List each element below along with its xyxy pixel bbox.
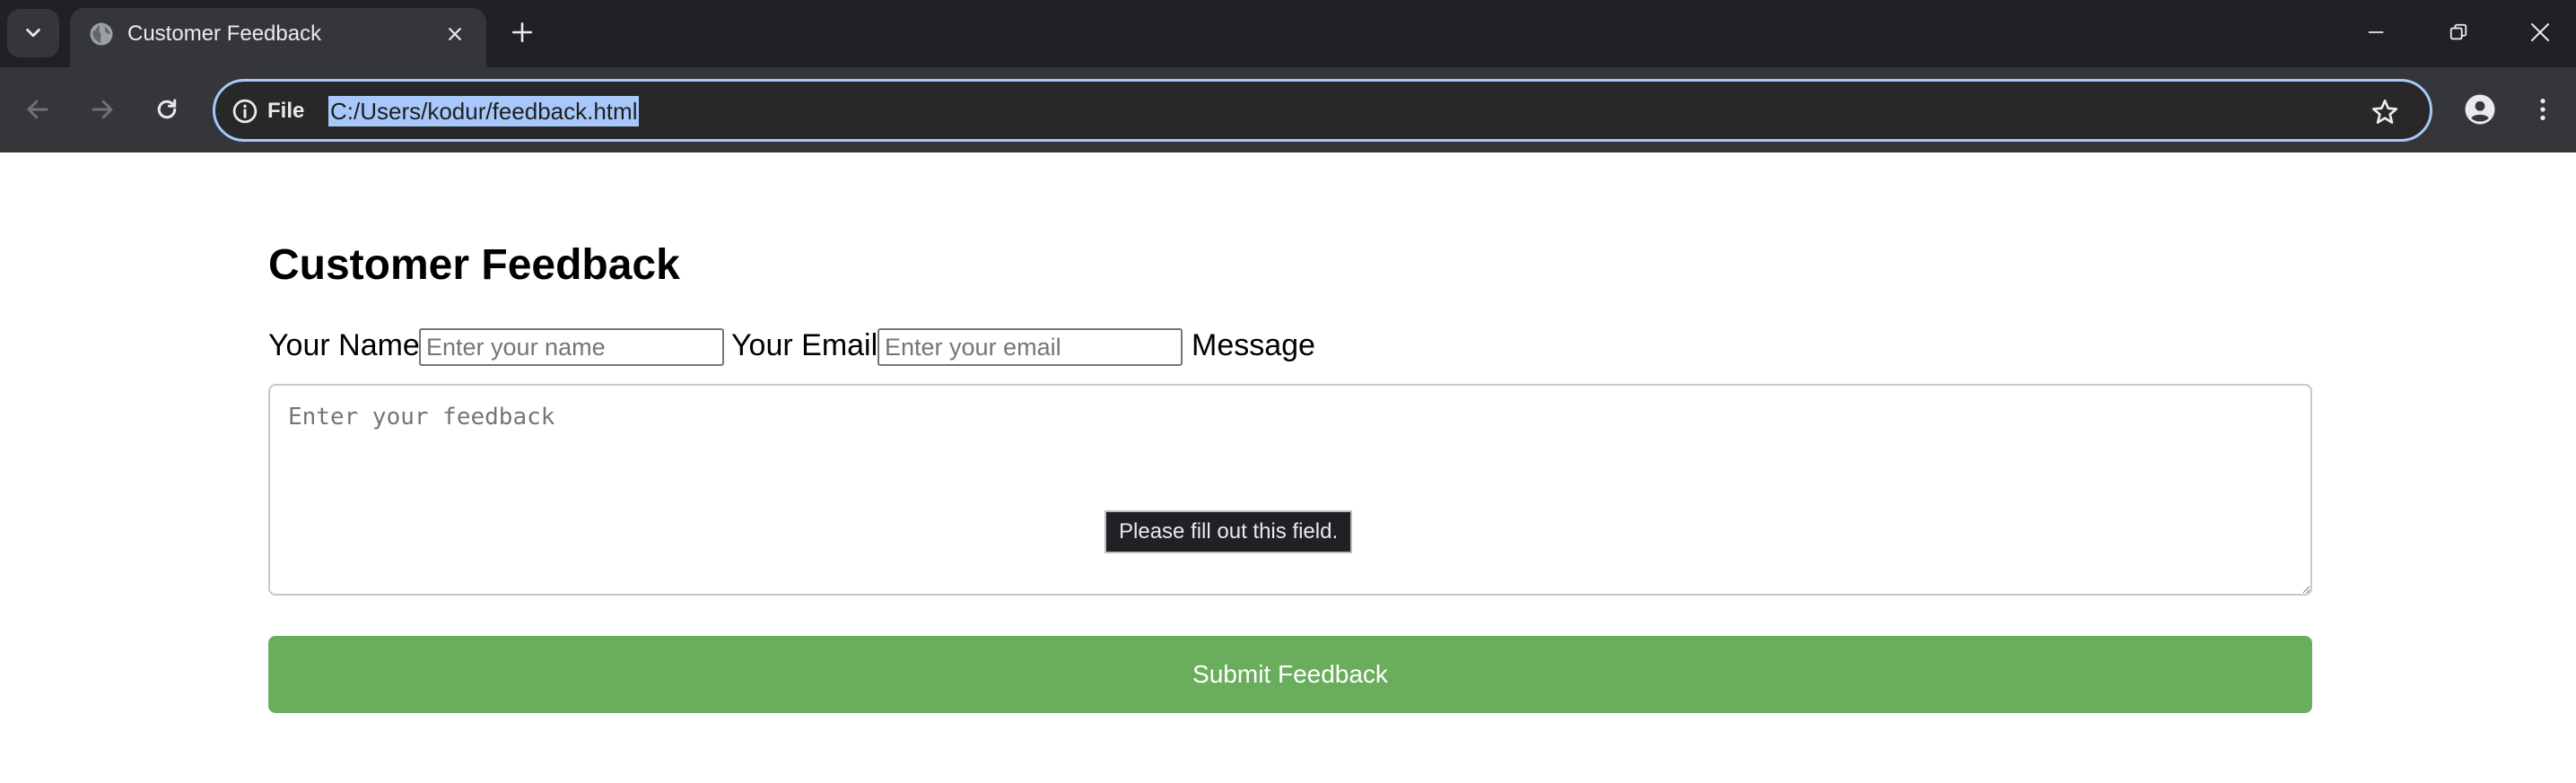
url-text[interactable]: C:/Users/kodur/feedback.html <box>328 96 640 126</box>
browser-menu-button[interactable] <box>2521 88 2564 131</box>
window-restore-button[interactable] <box>2436 11 2481 54</box>
validation-tooltip: Please fill out this field. <box>1105 510 1353 553</box>
window-close-button[interactable] <box>2518 11 2563 54</box>
reload-icon <box>157 99 177 119</box>
feedback-textarea[interactable] <box>268 384 2312 596</box>
plus-icon <box>511 22 533 43</box>
arrow-right-icon <box>92 100 113 119</box>
submit-feedback-button[interactable]: Submit Feedback <box>268 636 2312 713</box>
close-icon <box>2531 23 2549 41</box>
chevron-down-icon <box>26 28 40 38</box>
tab-strip: Customer Feedback <box>0 0 2576 67</box>
message-label: Message <box>1192 328 1315 362</box>
profile-button[interactable] <box>2458 88 2502 131</box>
forward-button[interactable] <box>81 88 124 131</box>
minimize-icon <box>2368 31 2384 33</box>
info-icon <box>232 99 258 124</box>
arrow-left-icon <box>27 100 48 119</box>
bookmark-button[interactable] <box>2369 96 2401 128</box>
globe-icon <box>90 22 113 46</box>
star-icon <box>2371 99 2398 124</box>
address-bar[interactable]: File C:/Users/kodur/feedback.html <box>213 79 2432 142</box>
page-title: Customer Feedback <box>268 241 680 289</box>
email-input[interactable] <box>878 328 1183 366</box>
tab-close-button[interactable] <box>440 19 470 49</box>
tab-title: Customer Feedback <box>127 22 322 46</box>
reload-button[interactable] <box>145 88 188 131</box>
browser-toolbar: File C:/Users/kodur/feedback.html <box>0 67 2576 152</box>
name-label: Your Name <box>268 328 420 362</box>
page-content: Customer Feedback Your Name Your Email M… <box>0 152 2576 783</box>
email-label: Your Email <box>731 328 878 362</box>
tab-search-button[interactable] <box>7 9 59 57</box>
kebab-menu-icon <box>2540 99 2545 120</box>
window-minimize-button[interactable] <box>2353 11 2398 54</box>
back-button[interactable] <box>16 88 59 131</box>
site-info-label: File <box>267 99 305 123</box>
close-icon <box>449 28 461 40</box>
person-icon <box>2465 94 2495 125</box>
site-info-button[interactable]: File <box>231 97 304 126</box>
new-tab-button[interactable] <box>504 14 540 50</box>
browser-tab-active[interactable]: Customer Feedback <box>70 8 486 67</box>
restore-icon <box>2449 23 2467 40</box>
name-input[interactable] <box>419 328 724 366</box>
